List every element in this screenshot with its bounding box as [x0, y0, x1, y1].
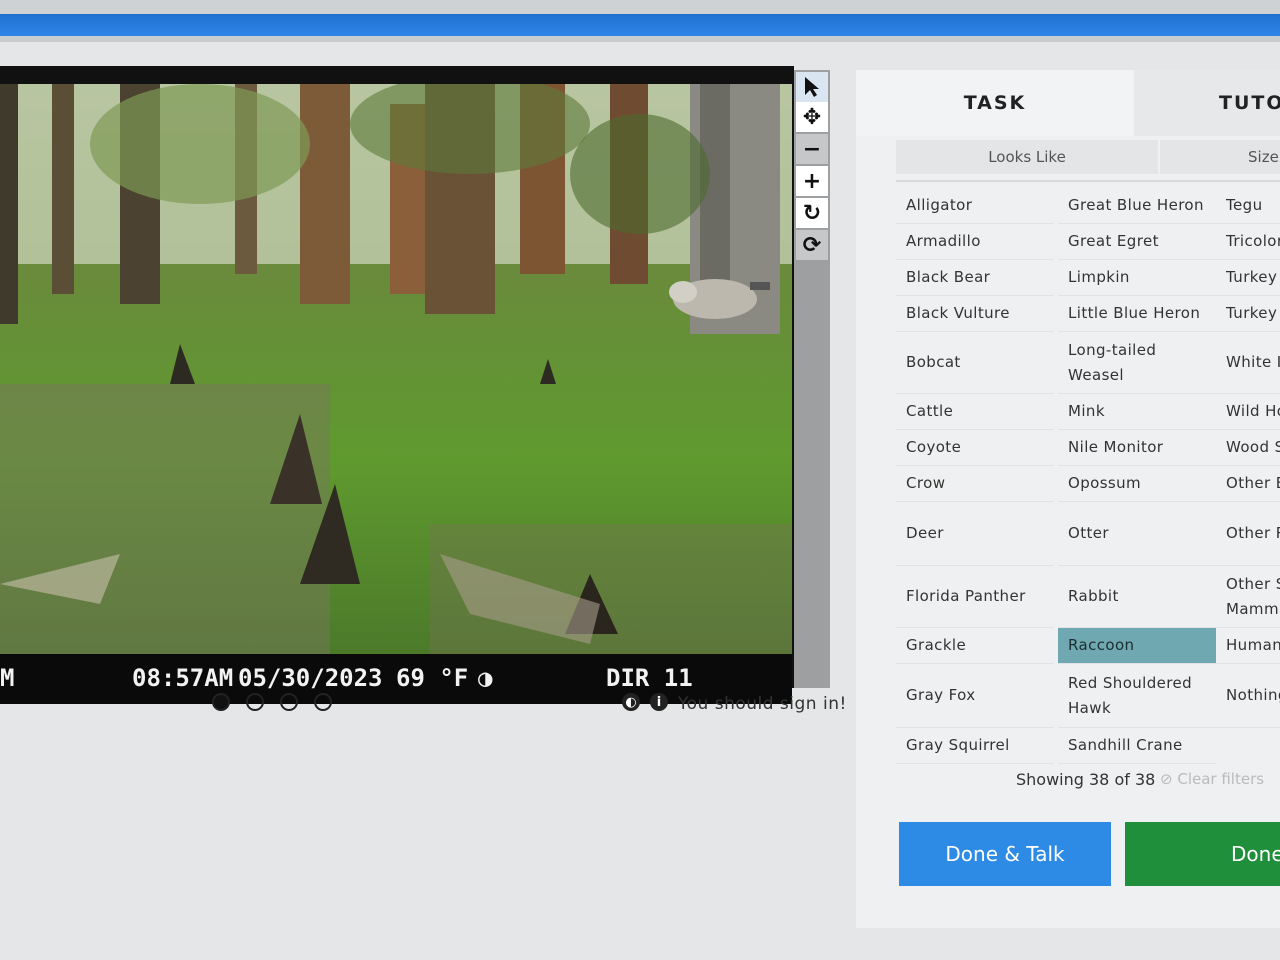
- species-choice[interactable]: Gray Fox: [896, 664, 1054, 728]
- species-choice[interactable]: Tricolored Heron: [1216, 224, 1280, 260]
- species-choice[interactable]: Wood Stork: [1216, 430, 1280, 466]
- zoom-in-icon[interactable]: +: [796, 166, 828, 196]
- species-choice[interactable]: Grackle: [896, 628, 1054, 664]
- reset-icon[interactable]: ⟳: [796, 230, 828, 260]
- camera-time: 08:57AM: [132, 664, 234, 692]
- species-choice[interactable]: Florida Panther: [896, 566, 1054, 628]
- species-choice[interactable]: Limpkin: [1058, 260, 1216, 296]
- species-choice[interactable]: Deer: [896, 502, 1054, 566]
- species-choice[interactable]: Otter: [1058, 502, 1216, 566]
- image-toolbar: ✥ − + ↻ ⟳: [794, 70, 830, 688]
- invert-icon[interactable]: ◐: [622, 693, 640, 711]
- species-choice[interactable]: Bobcat: [896, 332, 1054, 394]
- frame-dot-3[interactable]: [280, 693, 298, 711]
- tab-tutorial[interactable]: TUTORIAL: [1134, 70, 1280, 136]
- browser-top-strip: [0, 0, 1280, 14]
- site-header-bar: [0, 14, 1280, 36]
- species-choice[interactable]: Nothing Here: [1216, 664, 1280, 728]
- species-choice[interactable]: Crow: [896, 466, 1054, 502]
- done-button[interactable]: Done: [1125, 822, 1280, 886]
- species-choice[interactable]: Armadillo: [896, 224, 1054, 260]
- moon-phase-icon: ◑: [478, 664, 493, 692]
- info-icon[interactable]: i: [650, 693, 668, 711]
- done-and-talk-button[interactable]: Done & Talk: [899, 822, 1111, 886]
- signin-notice[interactable]: You should sign in!: [678, 694, 847, 714]
- species-choice[interactable]: Little Blue Heron: [1058, 296, 1216, 332]
- species-choice[interactable]: Coyote: [896, 430, 1054, 466]
- species-choice[interactable]: Human: [1216, 628, 1280, 664]
- camera-info-strip: M 08:57AM 05/30/2023 69 °F ◑ DIR 11: [0, 654, 792, 704]
- subject-viewer: M 08:57AM 05/30/2023 69 °F ◑ DIR 11: [0, 66, 794, 704]
- clear-filters-link[interactable]: ⊘ Clear filters: [1160, 770, 1264, 788]
- camera-temperature: 69 °F: [396, 664, 469, 692]
- frame-dot-4[interactable]: [314, 693, 332, 711]
- tab-task[interactable]: TASK: [856, 70, 1134, 136]
- species-choice[interactable]: Black Vulture: [896, 296, 1054, 332]
- frame-dot-1[interactable]: [212, 693, 230, 711]
- clear-filters-label: Clear filters: [1177, 770, 1265, 788]
- species-choice[interactable]: Other Bird: [1216, 466, 1280, 502]
- rotate-icon[interactable]: ↻: [796, 198, 828, 228]
- species-choice[interactable]: Alligator: [896, 188, 1054, 224]
- species-choice[interactable]: Cattle: [896, 394, 1054, 430]
- filter-size[interactable]: Size: [1160, 140, 1280, 174]
- task-panel: TASK TUTORIAL Looks Like Size AlligatorG…: [856, 70, 1280, 928]
- zoom-out-icon[interactable]: −: [796, 134, 828, 164]
- pointer-tool-icon[interactable]: [796, 72, 828, 102]
- frame-dot-2[interactable]: [246, 693, 264, 711]
- camera-brand: M: [0, 664, 15, 692]
- header-shadow: [0, 36, 1280, 42]
- showing-count: Showing 38 of 38: [1016, 770, 1156, 789]
- species-choice[interactable]: Black Bear: [896, 260, 1054, 296]
- divider: [896, 180, 1280, 182]
- species-choice[interactable]: Nile Monitor: [1058, 430, 1216, 466]
- species-choice[interactable]: Rabbit: [1058, 566, 1216, 628]
- species-choice[interactable]: Other Reptile: [1216, 502, 1280, 566]
- subject-image[interactable]: M 08:57AM 05/30/2023 69 °F ◑ DIR 11: [0, 84, 792, 704]
- species-choice[interactable]: Tegu: [1216, 188, 1280, 224]
- species-choice-grid: Alligator Great Blue Heron Tegu Armadillo Gr…: [896, 188, 1280, 770]
- species-choice[interactable]: Wild Hog: [1216, 394, 1280, 430]
- species-choice[interactable]: Opossum: [1058, 466, 1216, 502]
- camera-date: 05/30/2023: [238, 664, 383, 692]
- move-tool-icon[interactable]: ✥: [796, 102, 828, 132]
- species-choice[interactable]: Sandhill Crane: [1058, 728, 1216, 764]
- species-choice[interactable]: Mink: [1058, 394, 1216, 430]
- filter-looks-like[interactable]: Looks Like: [896, 140, 1158, 174]
- species-choice[interactable]: Long-tailed Weasel: [1058, 332, 1216, 394]
- species-choice[interactable]: White Ibis: [1216, 332, 1280, 394]
- species-choice[interactable]: Other Small Mammal: [1216, 566, 1280, 628]
- species-choice[interactable]: Turkey Vulture: [1216, 296, 1280, 332]
- camera-id: DIR 11: [606, 664, 693, 692]
- species-choice[interactable]: Red Shouldered Hawk: [1058, 664, 1216, 728]
- species-choice[interactable]: Great Egret: [1058, 224, 1216, 260]
- species-choice[interactable]: Raccoon: [1058, 628, 1216, 664]
- species-choice[interactable]: Gray Squirrel: [896, 728, 1054, 764]
- species-choice[interactable]: Great Blue Heron: [1058, 188, 1216, 224]
- species-choice[interactable]: Turkey: [1216, 260, 1280, 296]
